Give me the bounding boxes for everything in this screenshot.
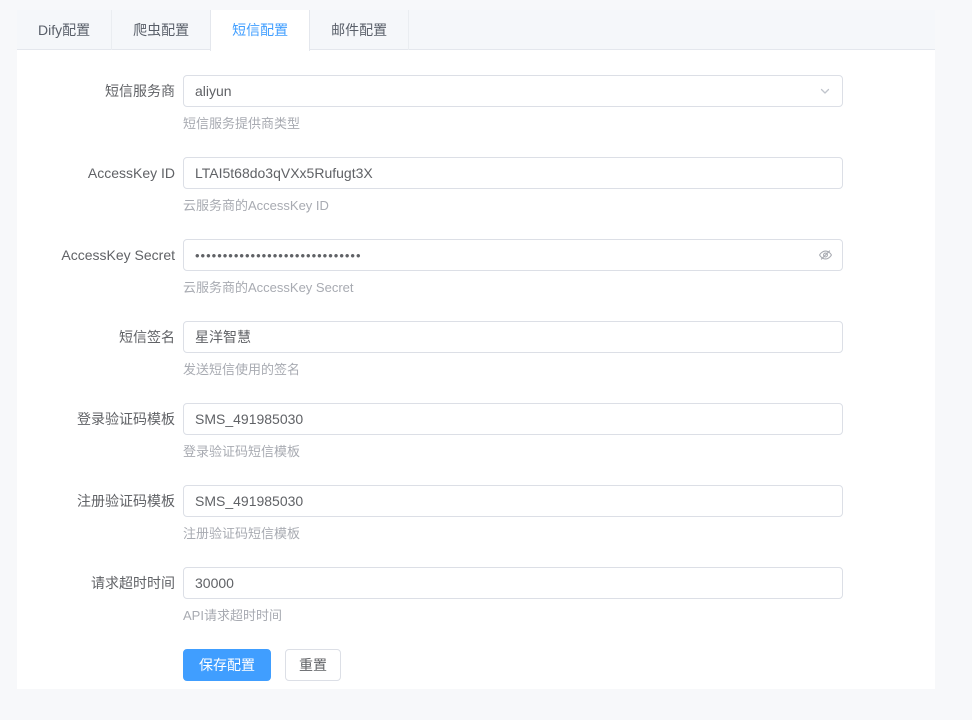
request-timeout-input[interactable] (183, 567, 843, 599)
tab-dify-config[interactable]: Dify配置 (17, 10, 112, 50)
login-code-template-hint: 登录验证码短信模板 (183, 443, 935, 461)
accesskey-secret-input[interactable] (184, 240, 842, 270)
settings-page: Dify配置 爬虫配置 短信配置 邮件配置 短信服务商 aliyun 短信服务提… (0, 0, 972, 720)
eye-invisible-icon[interactable] (818, 248, 833, 263)
tab-sms-config[interactable]: 短信配置 (210, 10, 310, 51)
accesskey-secret-hint: 云服务商的AccessKey Secret (183, 279, 935, 297)
sms-config-form: 短信服务商 aliyun 短信服务提供商类型 AccessKey ID 云服务商… (17, 50, 935, 689)
accesskey-secret-field (183, 239, 843, 271)
form-item-sms-provider: 短信服务商 aliyun 短信服务提供商类型 (17, 75, 935, 133)
sms-signature-input[interactable] (183, 321, 843, 353)
form-item-accesskey-secret: AccessKey Secret 云服务商的AccessKey Secret (17, 239, 935, 297)
login-code-template-label: 登录验证码模板 (17, 403, 183, 461)
form-item-accesskey-id: AccessKey ID 云服务商的AccessKey ID (17, 157, 935, 215)
tab-bar: Dify配置 爬虫配置 短信配置 邮件配置 (17, 10, 935, 50)
form-item-register-code-template: 注册验证码模板 注册验证码短信模板 (17, 485, 935, 543)
register-code-template-label: 注册验证码模板 (17, 485, 183, 543)
accesskey-id-hint: 云服务商的AccessKey ID (183, 197, 935, 215)
accesskey-secret-label: AccessKey Secret (17, 239, 183, 297)
sms-signature-label: 短信签名 (17, 321, 183, 379)
save-config-button[interactable]: 保存配置 (183, 649, 271, 681)
form-item-login-code-template: 登录验证码模板 登录验证码短信模板 (17, 403, 935, 461)
register-code-template-hint: 注册验证码短信模板 (183, 525, 935, 543)
config-card: Dify配置 爬虫配置 短信配置 邮件配置 短信服务商 aliyun 短信服务提… (17, 10, 935, 689)
sms-provider-label: 短信服务商 (17, 75, 183, 133)
accesskey-id-label: AccessKey ID (17, 157, 183, 215)
sms-provider-select[interactable]: aliyun (183, 75, 843, 107)
accesskey-id-input[interactable] (183, 157, 843, 189)
form-actions: 保存配置 重置 (183, 649, 935, 681)
chevron-down-icon (819, 85, 831, 97)
form-item-sms-signature: 短信签名 发送短信使用的签名 (17, 321, 935, 379)
request-timeout-label: 请求超时时间 (17, 567, 183, 625)
request-timeout-hint: API请求超时时间 (183, 607, 935, 625)
tab-crawler-config[interactable]: 爬虫配置 (112, 10, 211, 50)
register-code-template-input[interactable] (183, 485, 843, 517)
sms-provider-selected-value: aliyun (195, 83, 232, 99)
tab-email-config[interactable]: 邮件配置 (310, 10, 409, 50)
sms-signature-hint: 发送短信使用的签名 (183, 361, 935, 379)
sms-provider-hint: 短信服务提供商类型 (183, 115, 935, 133)
login-code-template-input[interactable] (183, 403, 843, 435)
reset-button[interactable]: 重置 (285, 649, 341, 681)
form-item-request-timeout: 请求超时时间 API请求超时时间 (17, 567, 935, 625)
